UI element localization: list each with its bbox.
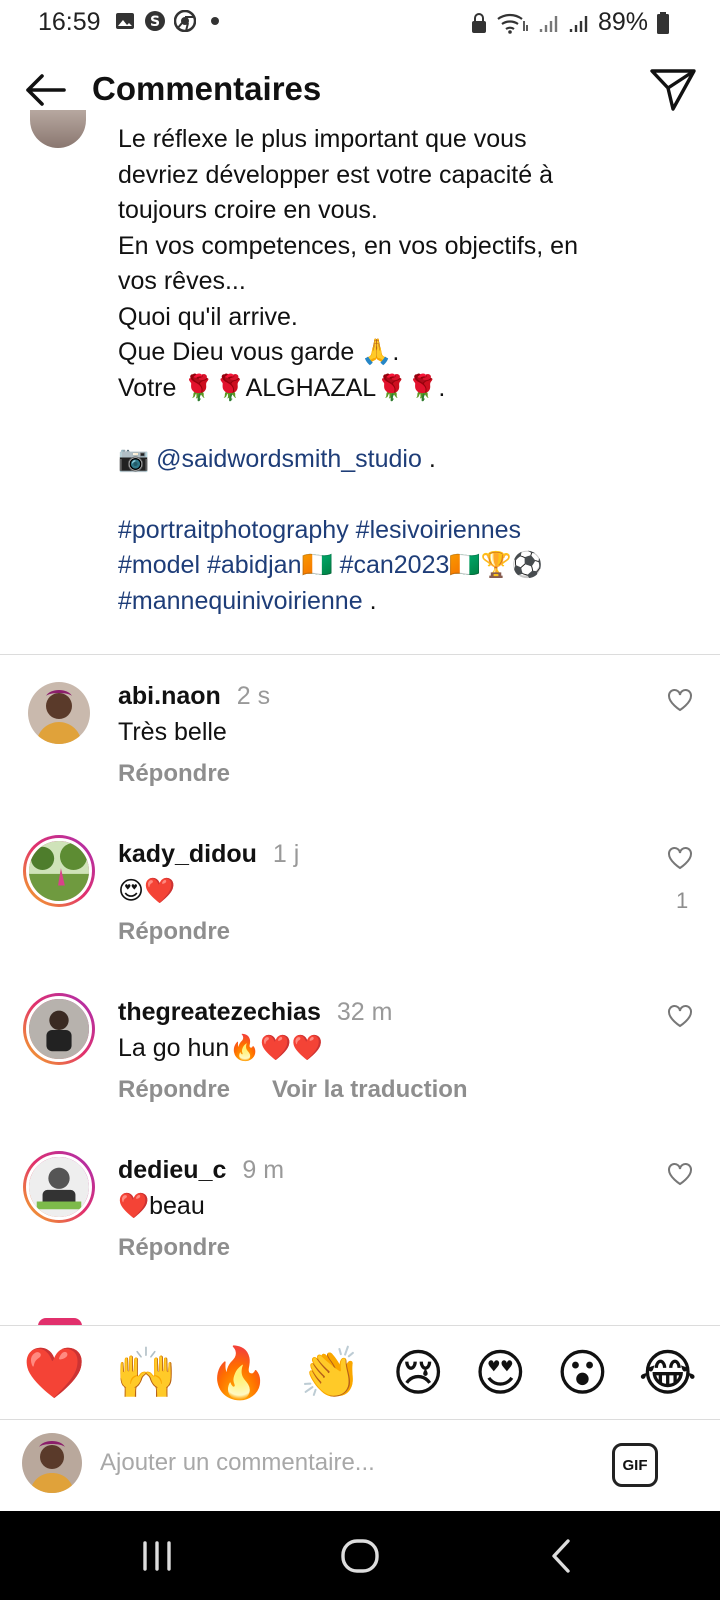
comment-text: Très belle [118, 718, 227, 746]
dot-icon [211, 17, 219, 25]
reply-button[interactable]: Répondre [118, 1076, 230, 1104]
see-translation-button[interactable]: Voir la traduction [272, 1076, 468, 1104]
svg-text:S: S [150, 14, 160, 30]
reply-button[interactable]: Répondre [118, 918, 230, 946]
comment-item: abi.naon 2 s Très belle Répondre [0, 668, 720, 818]
emoji-surprised-button[interactable]: 😮 [556, 1348, 608, 1398]
flag-emoji: 🇨🇮 [301, 551, 340, 579]
signal-icon [539, 15, 558, 32]
reply-button[interactable]: Répondre [118, 760, 230, 788]
caption-line: Que Dieu vous garde 🙏. [118, 338, 400, 366]
avatar[interactable] [23, 835, 95, 907]
comment-item: kady_didou 1 j 😍❤️ Répondre 1 [0, 826, 720, 976]
emoji-clap-button[interactable]: 👏 [300, 1348, 362, 1398]
heart-icon[interactable] [667, 1004, 693, 1028]
page-title: Commentaires [92, 70, 322, 107]
battery-icon [657, 11, 669, 34]
lock-icon [471, 12, 486, 33]
system-nav-bar [0, 1511, 720, 1600]
heart-icon[interactable] [667, 1162, 693, 1186]
comment-composer: GIF [0, 1421, 720, 1511]
comment-text: 😍❤️ [118, 877, 176, 905]
avatar[interactable] [28, 682, 90, 744]
comment-username[interactable]: dedieu_c 9 m [118, 1156, 284, 1185]
hashtag-link[interactable]: #can2023 [340, 551, 450, 579]
comment-item: dedieu_c 9 m ❤️beau Répondre [0, 1142, 720, 1292]
divider [0, 654, 720, 655]
gallery-icon [116, 13, 134, 29]
status-right: 89% [470, 8, 670, 37]
gif-button[interactable]: GIF [612, 1443, 658, 1487]
header: Commentaires [0, 50, 720, 130]
hashtag-line: #mannequinivoirienne . [118, 586, 377, 615]
comment-item: thegreatezechias 32 m La go hun🔥❤️❤️ Répo… [0, 984, 720, 1134]
camera-emoji: 📷 [118, 444, 150, 473]
photo-credit-line: 📷 @saidwordsmith_studio . [118, 444, 436, 473]
caption-line: Le réflexe le plus important que vous [118, 125, 527, 153]
emoji-heart-button[interactable]: ❤️ [23, 1348, 85, 1398]
comment-username[interactable]: abi.naon 2 s [118, 682, 270, 711]
emoji-quick-bar: ❤️ 🙌 🔥 👏 😢 😍 😮 😂 [0, 1325, 720, 1420]
status-time: 16:59 [38, 8, 101, 36]
chrome-icon [174, 10, 196, 32]
emoji-group: 🇨🇮🏆⚽ [449, 551, 543, 579]
caption-line: devriez développer est votre capacité à [118, 160, 553, 189]
avatar[interactable] [23, 1151, 95, 1223]
recent-apps-icon[interactable] [132, 1531, 182, 1581]
hashtag-link[interactable]: #mannequinivoirienne [118, 587, 363, 615]
comment-text: ❤️beau [118, 1192, 205, 1220]
current-user-avatar [22, 1433, 82, 1493]
comment-input[interactable] [100, 1439, 580, 1487]
s-app-icon: S [145, 11, 165, 31]
back-nav-icon[interactable] [538, 1531, 588, 1581]
status-bar: 16:59 S 89% [0, 0, 720, 46]
comment-time: 2 s [236, 682, 271, 710]
heart-icon[interactable] [667, 688, 693, 712]
comment-time: 32 m [336, 998, 393, 1026]
emoji-raised-hands-button[interactable]: 🙌 [115, 1348, 177, 1398]
caption-line: En vos competences, en vos objectifs, en [118, 231, 578, 260]
comment-text: La go hun🔥❤️❤️ [118, 1034, 323, 1062]
send-icon[interactable] [648, 64, 698, 114]
hashtag-link[interactable]: #model #abidjan [118, 551, 301, 579]
caption-line: Votre 🌹🌹ALGHAZAL🌹🌹. [118, 373, 446, 402]
caption-line: toujours croire en vous. [118, 196, 378, 224]
battery-percent: 89% [597, 8, 648, 36]
wifi-icon [497, 13, 528, 34]
comment-time: 1 j [272, 840, 300, 868]
comment-time: 9 m [242, 1156, 285, 1184]
emoji-crying-button[interactable]: 😢 [392, 1348, 444, 1398]
hashtag-line[interactable]: #portraitphotography #lesivoiriennes [118, 513, 678, 549]
emoji-fire-button[interactable]: 🔥 [208, 1348, 270, 1398]
hashtag-line: #model #abidjan🇨🇮 #can2023🇨🇮🏆⚽ [118, 548, 678, 584]
comment-username[interactable]: thegreatezechias 32 m [118, 998, 392, 1027]
heart-icon[interactable] [667, 846, 693, 870]
caption-line: Quoi qu'il arrive. [118, 302, 298, 331]
home-icon[interactable] [335, 1531, 385, 1581]
comment-username[interactable]: kady_didou 1 j [118, 840, 299, 869]
avatar[interactable] [23, 993, 95, 1065]
back-arrow-icon[interactable] [20, 66, 68, 114]
emoji-heart-eyes-button[interactable]: 😍 [474, 1348, 526, 1398]
caption-line: vos rêves... [118, 267, 246, 295]
signal-icon [569, 15, 588, 32]
like-count: 1 [676, 888, 689, 913]
mention-link[interactable]: @saidwordsmith_studio [156, 445, 422, 473]
status-left-icons: S [114, 10, 226, 32]
reply-button[interactable]: Répondre [118, 1234, 230, 1262]
caption-author-avatar[interactable] [30, 110, 86, 148]
post-caption: Le réflexe le plus important que vous de… [118, 122, 678, 619]
emoji-laughing-button[interactable]: 😂 [639, 1348, 697, 1398]
